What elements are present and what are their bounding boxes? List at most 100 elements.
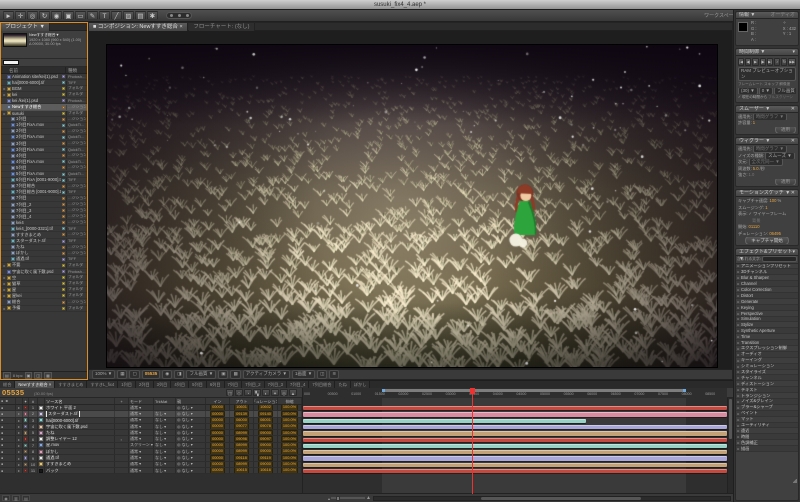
column-name[interactable]: 名前 [1, 67, 65, 73]
label-chip[interactable] [62, 257, 65, 261]
layer-bar[interactable] [303, 469, 727, 474]
interpret-footage-icon[interactable]: ▤ [3, 372, 11, 379]
label-chip[interactable] [62, 184, 65, 188]
column-header[interactable]: ソース名 [45, 398, 115, 404]
label-chip[interactable] [62, 306, 65, 310]
play-button[interactable]: ▶ [752, 58, 759, 66]
layer-trkmat[interactable]: なし ▾ [154, 430, 176, 436]
layer-name[interactable]: たね [45, 430, 115, 436]
prev-frame-button[interactable]: ◀| [745, 58, 752, 66]
timeline-tab[interactable]: 7列目_4 [287, 381, 310, 388]
layer-name[interactable]: バック [45, 467, 115, 474]
roi-icon[interactable]: ▣ [218, 370, 229, 379]
layer-bar[interactable] [303, 412, 727, 417]
layer-trkmat[interactable]: なし ▾ [154, 467, 176, 474]
sketch-duration-value[interactable]: 06495 [769, 231, 781, 237]
layer-stretch[interactable]: 100.0% [278, 411, 302, 417]
snapshot-icon[interactable]: ◉ [162, 370, 173, 379]
label-chip[interactable] [62, 172, 65, 176]
layer-in[interactable]: 00000 [206, 461, 230, 467]
time-controls-title[interactable]: 時間制御 ▼ [739, 49, 765, 55]
layer-switches[interactable] [115, 449, 129, 455]
layer-in[interactable]: 00000 [206, 436, 230, 442]
delete-icon[interactable]: ▦ [44, 372, 52, 379]
label-chip[interactable] [62, 148, 65, 152]
expand-inout-columns-icon[interactable]: ▤ [22, 495, 30, 501]
column-header[interactable]: モード [129, 398, 154, 404]
timeline-tab[interactable]: たね [335, 381, 351, 388]
layer-bar[interactable] [303, 443, 727, 449]
pan-behind-tool[interactable]: ▣ [63, 11, 74, 20]
label-chip[interactable] [62, 178, 65, 182]
tab-info[interactable]: 情報 ▼ [739, 12, 755, 18]
smoother-apply-to-dropdown[interactable]: 時間グラフ ▼ [752, 113, 787, 120]
label-chip[interactable] [62, 87, 65, 91]
framerate-dropdown[interactable]: (30) ▼ [738, 87, 758, 94]
label-chip[interactable] [62, 154, 65, 158]
resolution-select[interactable]: フル画質 ▼ [186, 370, 217, 379]
layer-expander-icon[interactable]: ▸ [16, 467, 23, 474]
layer-parent[interactable]: ◎ なし ▾ [176, 417, 206, 423]
timeline-graph-area[interactable] [302, 398, 727, 494]
layer-name[interactable]: スターダスト.tif [45, 411, 115, 417]
magnification-select[interactable]: 100% ▼ [92, 370, 116, 379]
layer-duration[interactable]: 09000 [254, 430, 278, 436]
layer-switches[interactable] [115, 411, 129, 417]
layer-switches[interactable] [115, 461, 129, 467]
new-composition-icon[interactable]: ◫ [34, 372, 43, 379]
ram-preview-button[interactable]: ▶▶ [788, 58, 796, 66]
label-chip[interactable] [62, 190, 65, 194]
column-header[interactable] [38, 398, 45, 404]
column-header[interactable]: 親 [176, 398, 206, 404]
layer-out[interactable]: 08999 [230, 461, 254, 467]
label-chip[interactable] [62, 288, 65, 292]
layer-name[interactable]: hai[0000-6000].tif [45, 417, 115, 423]
layer-parent[interactable]: ◎ なし ▾ [176, 405, 206, 411]
audio-button[interactable]: ♪ [774, 58, 781, 66]
layer-visibility-toggle[interactable]: ● [0, 461, 16, 467]
zoom-tool[interactable]: ◎ [27, 11, 38, 20]
layer-row[interactable]: ● ▸ 11 バック 通常 ▾ なし ▾ ◎ なし ▾ 00000 10615 10616 100.… [0, 467, 302, 475]
smoothing-value[interactable]: 1 [765, 205, 767, 211]
tab-audio[interactable]: オーディオ [770, 12, 795, 18]
timeline-tab[interactable]: 総合 [0, 381, 16, 388]
label-chip[interactable] [62, 111, 65, 115]
layer-out[interactable]: 08999 [230, 449, 254, 455]
layer-bar[interactable] [303, 450, 727, 455]
eraser-tool[interactable]: ▤ [135, 11, 146, 20]
label-chip[interactable] [62, 135, 65, 139]
layer-trkmat[interactable]: なし ▾ [154, 417, 176, 423]
layer-bar[interactable] [303, 418, 586, 423]
layer-expander-icon[interactable]: ▸ [16, 405, 23, 411]
skip-dropdown[interactable]: 0 ▼ [758, 87, 773, 94]
layer-visibility-toggle[interactable]: ● [0, 423, 16, 430]
capture-speed-value[interactable]: 100 [769, 198, 776, 204]
smoother-title[interactable]: スムーザー ▼ [739, 106, 770, 112]
layer-expander-icon[interactable]: ▸ [16, 423, 23, 430]
layer-stretch[interactable]: 100.0% [278, 467, 302, 474]
layer-visibility-toggle[interactable]: ● [0, 436, 16, 442]
layer-parent[interactable]: ◎ なし ▾ [176, 455, 206, 461]
label-chip[interactable] [62, 270, 65, 274]
label-chip[interactable] [62, 245, 65, 249]
layer-expander-icon[interactable]: ▸ [16, 455, 23, 461]
layer-trkmat[interactable] [154, 405, 176, 411]
clone-stamp-tool[interactable]: ▨ [123, 11, 134, 20]
layer-switches[interactable] [115, 423, 129, 430]
layer-switches[interactable] [115, 430, 129, 436]
zoom-in-icon[interactable]: ▲ [366, 495, 371, 501]
brainstorm-icon[interactable]: ✦ [271, 389, 279, 396]
layer-name[interactable]: 宇宙に吹く風下敷.psd [45, 423, 115, 430]
label-chip[interactable] [62, 215, 65, 219]
layer-blend-mode[interactable]: 通常 ▾ [129, 405, 154, 411]
layer-bar[interactable] [303, 424, 727, 430]
timeline-vertical-scrollbar[interactable] [727, 398, 733, 494]
layer-in[interactable]: 00000 [206, 449, 230, 455]
graph-editor-icon[interactable]: ▲ [289, 389, 297, 396]
layer-blend-mode[interactable]: 通常 ▾ [129, 417, 154, 423]
type-tool[interactable]: T [99, 11, 110, 20]
layer-stretch[interactable]: 100.0% [278, 405, 302, 411]
zoom-slider-handle[interactable] [336, 496, 341, 501]
layer-out[interactable]: 09096 [230, 436, 254, 442]
layer-expander-icon[interactable]: ▸ [16, 436, 23, 442]
